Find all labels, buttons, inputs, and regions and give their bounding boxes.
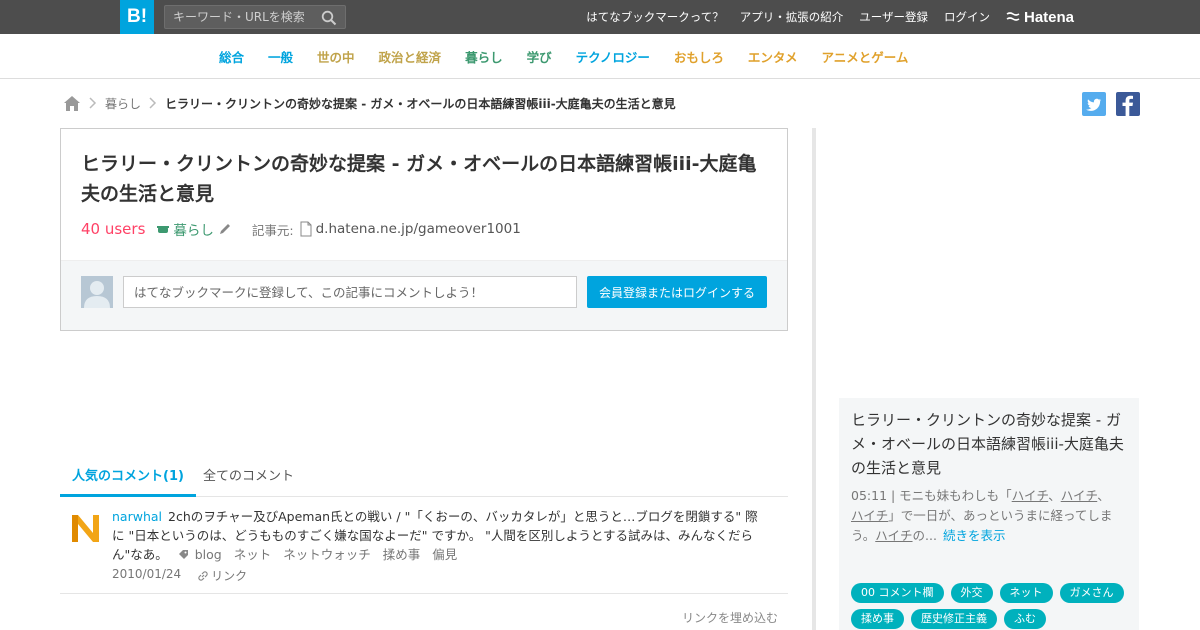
- about-link[interactable]: はてなブックマークって？: [586, 9, 723, 25]
- card-title[interactable]: ヒラリー・クリントンの奇妙な提案 - ガメ・オベールの日本語練習帳iii-大庭亀…: [851, 408, 1131, 480]
- login-link[interactable]: ログイン: [944, 9, 990, 25]
- tab-category[interactable]: 世の中: [317, 47, 355, 66]
- hatena-logo-text: Hatena: [1024, 8, 1075, 26]
- link-icon: [198, 570, 208, 581]
- users-count[interactable]: 40 users: [81, 220, 145, 238]
- entry-box: ヒラリー・クリントンの奇妙な提案 - ガメ・オベールの日本語練習帳iii-大庭亀…: [60, 128, 788, 331]
- excerpt-text: 、: [1097, 488, 1110, 503]
- tab-category[interactable]: 暮らし: [465, 47, 503, 66]
- excerpt-text: 05:11 | モニも妹もわしも「: [851, 488, 1012, 503]
- apps-link[interactable]: アプリ・拡張の紹介: [740, 9, 844, 25]
- comment-tags: blog ネット ネットウォッチ 揉め事 偏見: [172, 547, 457, 562]
- breadcrumb-category[interactable]: 暮らし: [105, 95, 141, 112]
- comment-tag[interactable]: ネットウォッチ: [283, 547, 371, 562]
- search-box: [164, 5, 346, 29]
- edit-pencil-icon[interactable]: [218, 222, 232, 236]
- tag-chip[interactable]: ネット: [999, 583, 1053, 603]
- tag-chip[interactable]: ガメさん: [1059, 583, 1124, 603]
- document-icon: [300, 221, 312, 237]
- excerpt-text: の...: [912, 528, 937, 543]
- comment-tabs: 人気のコメント(1) 全てのコメント: [60, 462, 788, 497]
- keyword-link[interactable]: ハイチ: [875, 528, 912, 543]
- tab-category[interactable]: おもしろ: [674, 47, 724, 66]
- sidebar-entry-card: ヒラリー・クリントンの奇妙な提案 - ガメ・オベールの日本語練習帳iii-大庭亀…: [839, 398, 1139, 630]
- entry-category-link[interactable]: 暮らし: [157, 219, 214, 239]
- facebook-share-button[interactable]: [1116, 92, 1140, 116]
- chevron-right-icon: [89, 97, 97, 109]
- source-label: 記事元:: [251, 222, 294, 238]
- tag-chip[interactable]: 歴史修正主義: [911, 609, 997, 629]
- tab-category[interactable]: 学び: [527, 47, 552, 66]
- comment-box: 会員登録またはログインする: [61, 260, 787, 330]
- entry-title[interactable]: ヒラリー・クリントンの奇妙な提案 - ガメ・オベールの日本語練習帳iii-大庭亀…: [81, 149, 771, 209]
- top-links: はてなブックマークって？ アプリ・拡張の紹介 ユーザー登録 ログイン: [586, 0, 990, 34]
- register-link[interactable]: ユーザー登録: [859, 9, 928, 25]
- hatena-logo[interactable]: Hatena: [1006, 7, 1074, 27]
- facebook-icon: [1122, 95, 1133, 116]
- tab-category[interactable]: 総合: [219, 47, 244, 66]
- keyword-link[interactable]: ハイチ: [1061, 488, 1098, 503]
- tab-category[interactable]: アニメとゲーム: [822, 47, 909, 66]
- breadcrumb: 暮らし ヒラリー・クリントンの奇妙な提案 - ガメ・オベールの日本語練習帳iii…: [63, 92, 676, 114]
- list-item: narwhal 2chのヲチャー及びApeman氏との戦い / "「くおーの、バッ…: [60, 497, 788, 594]
- show-more-link[interactable]: 続きを表示: [943, 528, 1006, 543]
- top-bar: B! はてなブックマークって？ アプリ・拡張の紹介 ユーザー登録 ログイン Ha…: [0, 0, 1200, 34]
- entry-category-label: 暮らし: [173, 223, 214, 239]
- register-or-login-button[interactable]: 会員登録またはログインする: [587, 276, 767, 308]
- comment-footer: 2010/01/24 リンク: [112, 567, 247, 584]
- category-pot-icon: [157, 226, 170, 233]
- chevron-right-icon: [149, 97, 157, 109]
- hatena-bookmark-logo[interactable]: B!: [120, 0, 154, 34]
- user-avatar[interactable]: [69, 511, 102, 544]
- comment-username[interactable]: narwhal: [112, 509, 162, 524]
- embed-link[interactable]: リンクを埋め込む: [682, 609, 778, 626]
- tag-chip[interactable]: ふむ: [1004, 609, 1046, 629]
- source-domain: d.hatena.ne.jp/gameover1001: [315, 221, 521, 237]
- twitter-share-button[interactable]: [1082, 92, 1106, 116]
- avatar: [81, 276, 113, 308]
- comment-input[interactable]: [123, 276, 577, 308]
- home-icon[interactable]: [63, 95, 81, 112]
- tab-category[interactable]: 一般: [268, 47, 293, 66]
- tab-category[interactable]: 政治と経済: [379, 47, 442, 66]
- comment-tag[interactable]: blog: [195, 547, 222, 562]
- tag-chip[interactable]: 外交: [950, 583, 993, 603]
- tab-category[interactable]: テクノロジー: [576, 47, 650, 66]
- comment-link-button[interactable]: リンク: [197, 567, 247, 584]
- tag-chip[interactable]: 00 コメント欄: [851, 583, 944, 603]
- keyword-link[interactable]: ハイチ: [851, 508, 888, 523]
- comment-tag[interactable]: ネット: [234, 547, 272, 562]
- tag-chip[interactable]: 揉め事: [851, 609, 904, 629]
- twitter-icon: [1086, 98, 1101, 111]
- default-user-icon: [84, 281, 110, 308]
- comment-tag[interactable]: 揉め事: [383, 547, 421, 562]
- tab-all-comments[interactable]: 全てのコメント: [191, 462, 306, 497]
- tab-category[interactable]: エンタメ: [748, 47, 798, 66]
- comment-link-label: リンク: [211, 569, 248, 583]
- comment-date[interactable]: 2010/01/24: [112, 567, 181, 584]
- tag-icon: [178, 550, 188, 559]
- keyword-link[interactable]: ハイチ: [1012, 488, 1049, 503]
- source-link[interactable]: d.hatena.ne.jp/gameover1001: [300, 221, 521, 237]
- comment-tag[interactable]: 偏見: [432, 547, 457, 562]
- hatena-mark-icon: [1006, 12, 1020, 21]
- tab-popular-comments[interactable]: 人気のコメント(1): [60, 462, 196, 497]
- comment-body: narwhal 2chのヲチャー及びApeman氏との戦い / "「くおーの、バッ…: [112, 507, 762, 564]
- entry-meta: 40 users 暮らし 記事元: d.hatena.ne.jp/gameove…: [81, 219, 521, 239]
- category-nav: 総合 一般 世の中 政治と経済 暮らし 学び テクノロジー おもしろ エンタメ アニメとゲーム: [0, 34, 1200, 79]
- column-divider: [812, 128, 816, 630]
- search-input[interactable]: [165, 6, 315, 28]
- breadcrumb-current: ヒラリー・クリントンの奇妙な提案 - ガメ・オベールの日本語練習帳iii-大庭亀…: [165, 96, 676, 111]
- card-excerpt: 05:11 | モニも妹もわしも「ハイチ、ハイチ、 ハイチ」で一日が、あっというま…: [851, 486, 1131, 546]
- card-tags: 00 コメント欄 外交 ネット ガメさん揉め事 歴史修正主義 ふむ: [851, 583, 1136, 629]
- search-icon[interactable]: [321, 10, 337, 26]
- excerpt-text: 、: [1048, 488, 1061, 503]
